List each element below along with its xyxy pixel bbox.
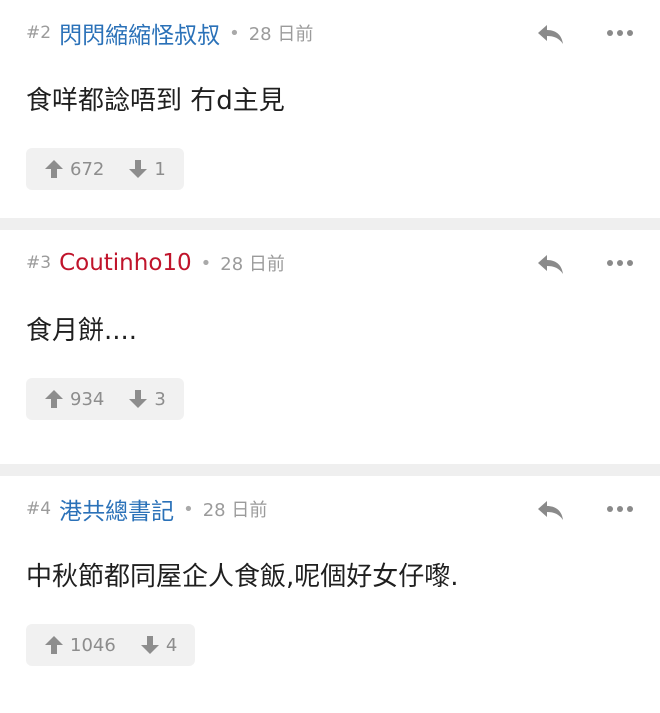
reply-icon[interactable]: [534, 493, 566, 525]
post-header: #4 港共總書記 • 28 日前: [26, 492, 634, 526]
arrow-down-icon: [140, 636, 159, 654]
arrow-up-icon: [45, 160, 63, 178]
post-content: 食咩都諗唔到 冇d主見: [26, 86, 285, 116]
downvote-button[interactable]: 1: [128, 158, 166, 180]
username-link[interactable]: Coutinho10: [59, 250, 192, 276]
username-link[interactable]: 閃閃縮縮怪叔叔: [59, 16, 220, 50]
separator-dot: •: [229, 22, 240, 44]
post-item: #3 Coutinho10 • 28 日前 食月餅.... 934 3: [0, 230, 660, 464]
more-icon[interactable]: [606, 17, 634, 49]
floor-number: #4: [26, 499, 52, 519]
post-item: #4 港共總書記 • 28 日前 中秋節都同屋企人食飯,呢個好女仔嚟. 1046: [0, 476, 660, 707]
downvote-count: 3: [154, 388, 166, 410]
post-actions: [534, 16, 634, 50]
downvote-button[interactable]: 3: [128, 388, 166, 410]
upvote-count: 934: [70, 388, 105, 410]
post-item: #2 閃閃縮縮怪叔叔 • 28 日前 食咩都諗唔到 冇d主見 672 1: [0, 0, 660, 218]
vote-bar: 934 3: [26, 378, 184, 420]
post-actions: [534, 492, 634, 526]
arrow-down-icon: [129, 160, 148, 178]
post-header: #3 Coutinho10 • 28 日前: [26, 246, 634, 280]
post-time: 28 日前: [248, 24, 314, 45]
separator-dot: •: [200, 252, 212, 274]
arrow-up-icon: [45, 636, 63, 654]
floor-number: #3: [26, 253, 52, 273]
reply-icon[interactable]: [534, 247, 566, 279]
downvote-button[interactable]: 4: [140, 634, 177, 656]
downvote-count: 1: [154, 158, 166, 180]
floor-number: #2: [26, 23, 52, 43]
reply-icon[interactable]: [534, 17, 566, 49]
post-divider: [0, 464, 660, 476]
vote-bar: 1046 4: [26, 624, 196, 666]
arrow-up-icon: [45, 390, 63, 408]
upvote-button[interactable]: 672: [44, 158, 104, 180]
arrow-down-icon: [129, 390, 148, 408]
vote-bar: 672 1: [26, 148, 184, 190]
post-content: 中秋節都同屋企人食飯,呢個好女仔嚟.: [26, 562, 459, 592]
downvote-count: 4: [165, 634, 178, 656]
username-link[interactable]: 港共總書記: [59, 492, 174, 526]
separator-dot: •: [183, 498, 194, 520]
post-divider: [0, 218, 660, 230]
upvote-count: 672: [70, 158, 105, 180]
upvote-button[interactable]: 934: [44, 388, 104, 410]
post-time: 28 日前: [202, 500, 268, 521]
post-time: 28 日前: [220, 254, 285, 275]
more-icon[interactable]: [606, 493, 634, 525]
more-icon[interactable]: [606, 247, 634, 279]
upvote-count: 1046: [70, 634, 116, 656]
upvote-button[interactable]: 1046: [44, 634, 116, 656]
post-actions: [534, 246, 634, 280]
post-content: 食月餅....: [26, 316, 138, 346]
post-header: #2 閃閃縮縮怪叔叔 • 28 日前: [26, 16, 634, 50]
